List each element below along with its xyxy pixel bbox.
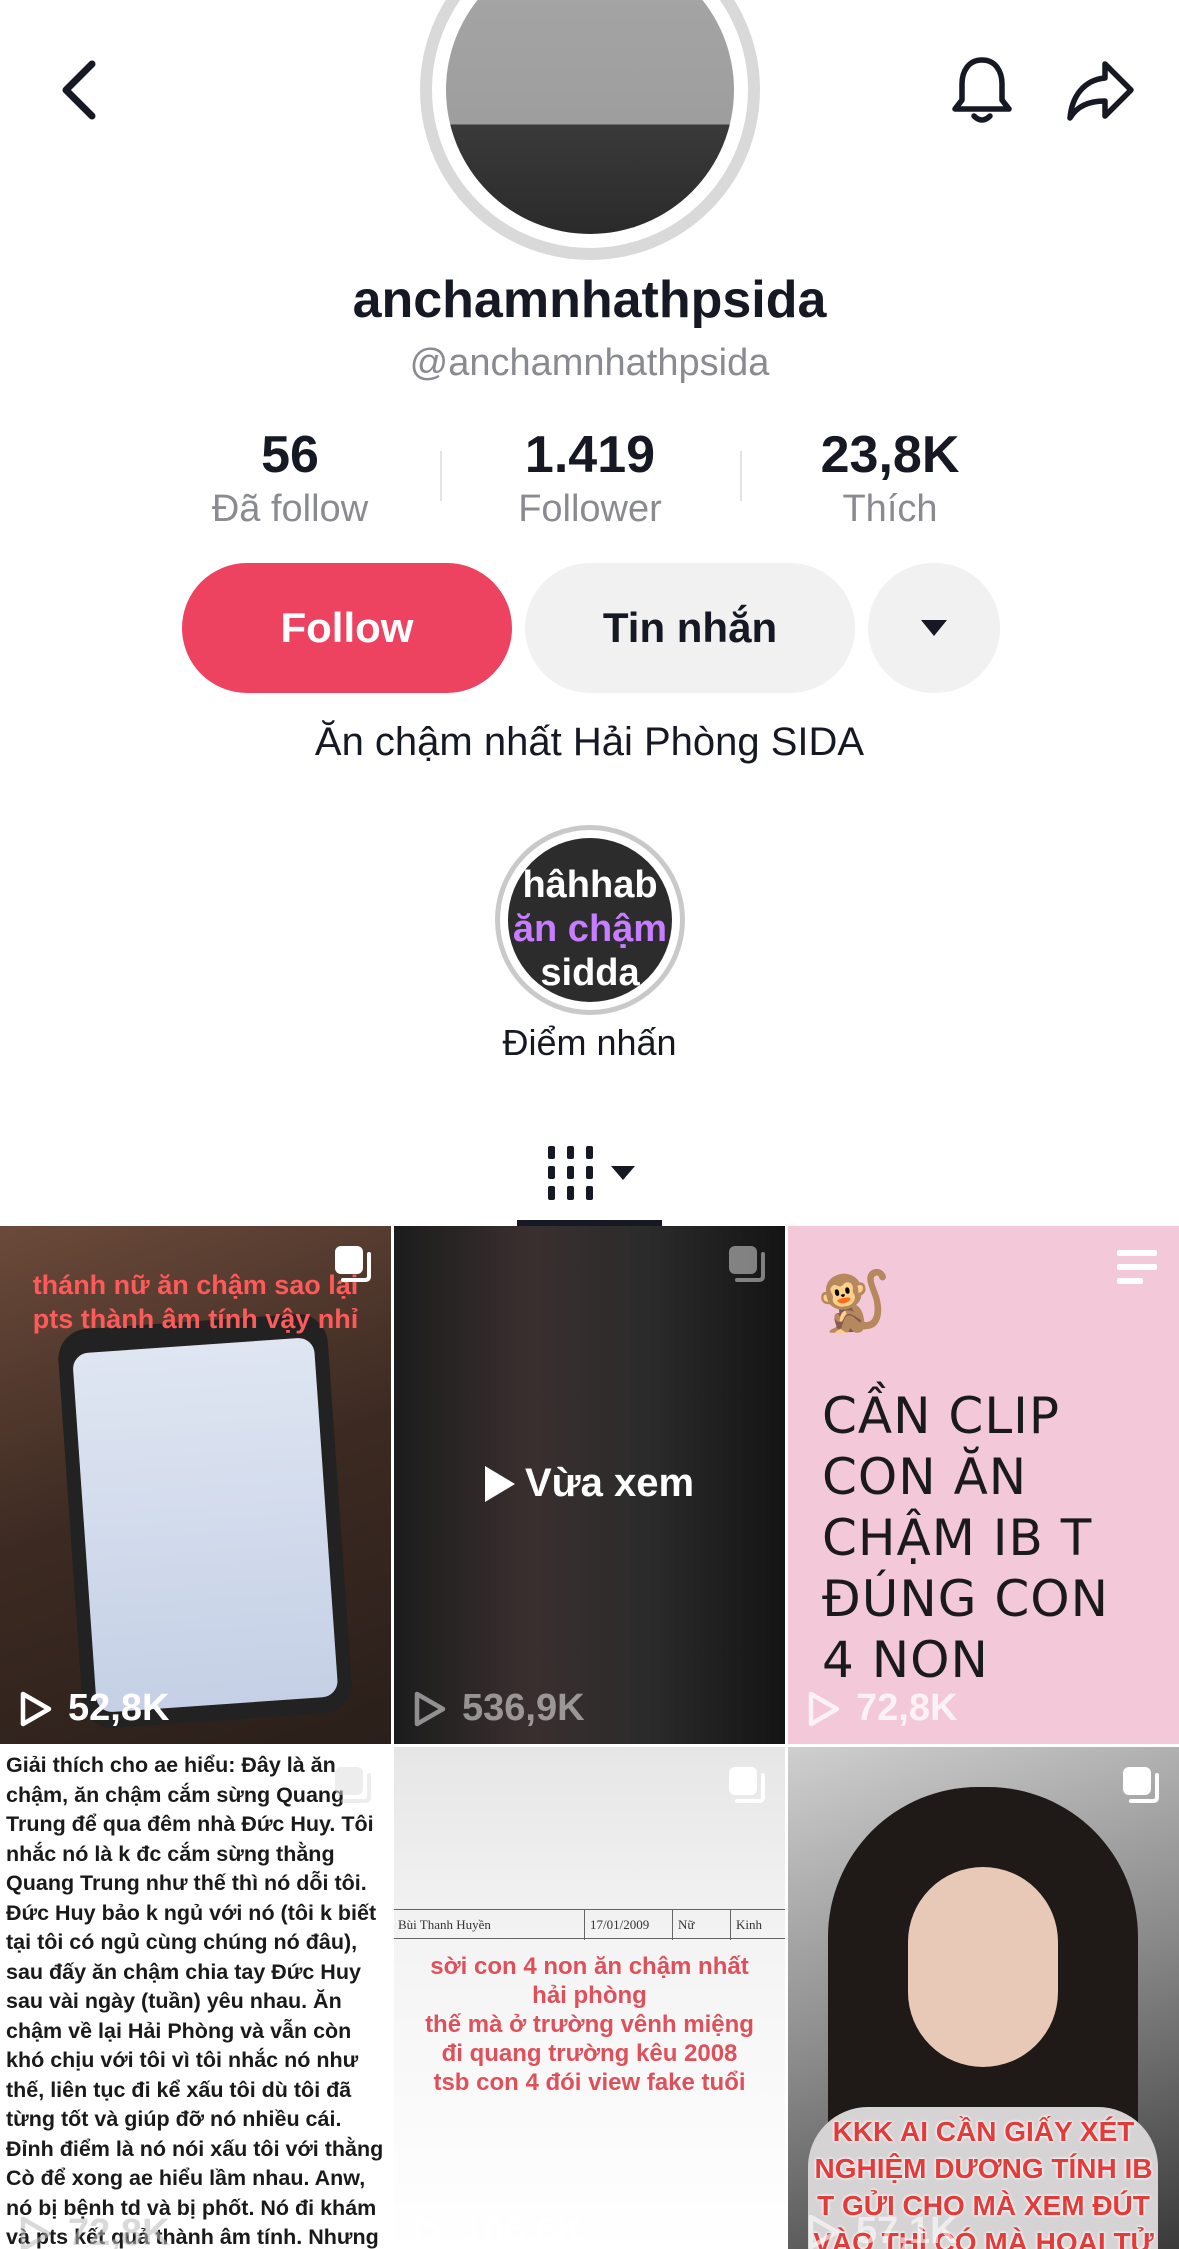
stat-label: Thích [842, 488, 938, 530]
stat-value: 23,8K [820, 426, 960, 484]
stat-divider [740, 451, 742, 501]
stat-likes[interactable]: 23,8K Thích [740, 425, 1040, 535]
play-icon [808, 2214, 840, 2249]
suggested-accounts-button[interactable] [868, 563, 1000, 693]
tab-videos[interactable] [517, 1120, 662, 1226]
view-count-value: 536,9K [462, 1687, 585, 1729]
profile-bio: Ăn chậm nhất Hải Phòng SIDA [314, 720, 865, 764]
stat-label: Đã follow [211, 488, 369, 530]
video-overlay-text: pts thành âm tính vậy nhỉ [32, 1304, 359, 1334]
highlight-label: Điểm nhấn [502, 1022, 677, 1063]
text-line: sời con 4 non ăn chậm nhất [430, 1953, 749, 1980]
highlight-cover-text: hâhhab [522, 864, 658, 906]
display-name: anchamnhathpsida [352, 271, 827, 329]
multi-photo-icon [729, 1246, 765, 1282]
view-count-value: 57,1K [856, 2210, 958, 2249]
story-highlight[interactable]: hâhhab ăn chậm sidda [495, 825, 685, 1015]
stat-following[interactable]: 56 Đã follow [140, 425, 440, 535]
view-count: 536,9K [412, 1687, 585, 1730]
view-count: 57,1K [806, 2210, 957, 2249]
view-count: 72,8K [806, 1687, 957, 1730]
video-overlay-text: thánh nữ ăn chậm sao lại [32, 1270, 359, 1300]
video-grid: thánh nữ ăn chậm sao lại pts thành âm tí… [0, 1226, 1179, 2249]
video-overlay-text: CẦN CLIP CON ĂN CHẬM IB T ĐÚNG CON 4 NON [822, 1386, 1162, 1691]
text-line: ĐÚNG CON [822, 1570, 1110, 1628]
video-overlay-text: Giải thích cho ae hiểu: Đây là ăn chậm, … [6, 1753, 384, 2249]
text-line: CHẬM IB T [822, 1509, 1093, 1567]
chevron-left-icon [62, 60, 96, 120]
document-cell: Bùi Thanh Huyền [398, 1917, 491, 1932]
profile-avatar-ring[interactable] [420, 0, 760, 260]
text-line: CẦN CLIP [822, 1387, 1061, 1445]
text-line: hải phòng [532, 1982, 647, 2009]
message-button[interactable]: Tin nhắn [525, 563, 855, 693]
play-icon [484, 1465, 515, 1502]
text-line: 4 NON [822, 1631, 989, 1689]
video-thumbnail[interactable]: Bùi Thanh Huyền 17/01/2009 Nữ Kinh sời c… [394, 1747, 785, 2249]
username-handle: @anchamnhathpsida [409, 342, 770, 384]
stat-followers[interactable]: 1.419 Follower [440, 425, 740, 535]
profile-actions: Follow Tin nhắn [182, 563, 1002, 693]
notification-bell-button[interactable] [940, 48, 1024, 132]
person-face [908, 1867, 1058, 2067]
multi-photo-icon [1123, 1767, 1159, 1803]
document-cell: Nữ [678, 1917, 695, 1932]
highlight-cover: hâhhab ăn chậm sidda [508, 838, 672, 1002]
stat-value: 56 [261, 426, 319, 484]
stat-divider [440, 451, 442, 501]
highlight-cover-text: sidda [540, 952, 640, 994]
view-count: 72,8K [18, 2212, 169, 2249]
play-icon [20, 2216, 52, 2249]
stat-label: Follower [518, 488, 662, 530]
profile-stats: 56 Đã follow 1.419 Follower 23,8K Thích [140, 425, 1040, 535]
grid-icon [547, 1146, 593, 1200]
document-row: Bùi Thanh Huyền 17/01/2009 Nữ Kinh [394, 1909, 785, 1940]
text-line: KKK AI CẦN GIẤY XÉT [832, 2116, 1135, 2147]
caret-down-icon [921, 620, 947, 636]
document-cell: Kinh [736, 1917, 762, 1932]
multi-photo-icon [729, 1767, 765, 1803]
share-button[interactable] [1056, 48, 1146, 132]
avatar [446, 0, 734, 234]
text-line: NGHIỆM DƯƠNG TÍNH IB [814, 2153, 1153, 2184]
multi-photo-icon [335, 1246, 371, 1282]
play-icon [414, 1691, 446, 1726]
video-thumbnail[interactable]: thánh nữ ăn chậm sao lại pts thành âm tí… [0, 1226, 391, 1744]
phone-photo [56, 1312, 354, 1730]
view-count-value: 72,8K [856, 1687, 958, 1729]
share-arrow-icon [1067, 61, 1134, 121]
multi-photo-icon [335, 1767, 371, 1803]
play-icon [808, 1691, 840, 1726]
video-thumbnail[interactable]: 🐒 CẦN CLIP CON ĂN CHẬM IB T ĐÚNG CON 4 N… [788, 1226, 1179, 1744]
list-icon [1117, 1250, 1157, 1284]
view-count-value: 52,8K [68, 1687, 170, 1729]
text-line: đi quang trường kêu 2008 [441, 2040, 738, 2067]
video-thumbnail[interactable]: Giải thích cho ae hiểu: Đây là ăn chậm, … [0, 1747, 391, 2249]
monkey-emoji: 🐒 [816, 1268, 891, 1335]
video-overlay-text: sời con 4 non ăn chậm nhất hải phòng thế… [394, 1952, 785, 2097]
back-button[interactable] [40, 50, 120, 130]
highlight-cover-text: ăn chậm [512, 908, 668, 950]
text-line: tsb con 4 đói view fake tuổi [433, 2069, 746, 2096]
stat-value: 1.419 [524, 426, 656, 484]
follow-button[interactable]: Follow [182, 563, 512, 693]
recently-watched-badge: Vừa xem [394, 1461, 785, 1506]
text-line: CON ĂN [822, 1448, 1028, 1506]
play-icon [20, 1691, 52, 1726]
view-count: 106,6K [412, 2210, 585, 2249]
document-cell: 17/01/2009 [590, 1917, 650, 1932]
view-count-value: 106,6K [462, 2210, 585, 2249]
content-tab-bar [0, 1120, 1179, 1226]
play-icon [414, 2214, 446, 2249]
bell-icon [952, 57, 1012, 123]
video-thumbnail[interactable]: KKK AI CẦN GIẤY XÉT NGHIỆM DƯƠNG TÍNH IB… [788, 1747, 1179, 2249]
video-thumbnail[interactable]: Vừa xem 536,9K [394, 1226, 785, 1744]
text-line: thế mà ở trường vênh miệng [425, 2011, 754, 2038]
recently-watched-label: Vừa xem [524, 1461, 695, 1505]
view-count-value: 72,8K [68, 2212, 170, 2249]
caret-down-icon [610, 1166, 635, 1180]
view-count: 52,8K [18, 1687, 169, 1730]
